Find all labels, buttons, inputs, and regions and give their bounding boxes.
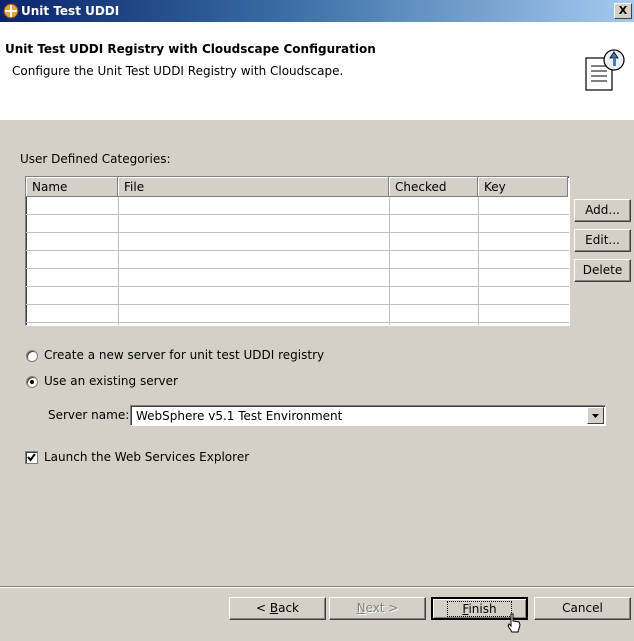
back-mnemonic: B [269,601,279,615]
banner-description: Configure the Unit Test UDDI Registry wi… [12,64,344,78]
column-header-name[interactable]: Name [26,177,118,197]
delete-button[interactable]: Delete [574,259,631,282]
edit-button[interactable]: Edit... [574,229,631,252]
checkmark-icon [27,453,36,462]
categories-label: User Defined Categories: [20,152,171,166]
finish-focus: Finish [447,601,512,617]
next-label: ext > [365,601,399,615]
table-row[interactable] [26,251,569,269]
launch-explorer-checkbox[interactable] [25,451,38,464]
table-row[interactable] [26,197,569,215]
table-row[interactable] [26,287,569,305]
categories-table[interactable]: Name File Checked Key [25,176,570,326]
add-button[interactable]: Add... [574,199,631,222]
close-button[interactable]: X [614,3,632,19]
dropdown-button[interactable] [587,407,604,424]
footer-separator-highlight [0,587,634,588]
create-new-server-radio[interactable] [26,350,38,362]
next-button[interactable]: Next > [329,597,426,620]
column-divider [478,197,479,325]
banner-title: Unit Test UDDI Registry with Cloudscape … [5,42,376,56]
cancel-button[interactable]: Cancel [534,597,631,620]
back-button[interactable]: < Back [229,597,326,620]
back-prefix: < [255,601,270,615]
launch-explorer-label[interactable]: Launch the Web Services Explorer [44,450,249,464]
column-divider [389,197,390,325]
wizard-document-icon [585,49,625,91]
use-existing-server-radio[interactable] [26,376,38,388]
column-divider [118,197,119,325]
create-new-server-label[interactable]: Create a new server for unit test UDDI r… [44,348,324,362]
chevron-down-icon [592,414,599,418]
window-title: Unit Test UDDI [21,4,120,18]
table-row[interactable] [26,305,569,323]
server-name-value: WebSphere v5.1 Test Environment [136,409,343,423]
title-bar: Unit Test UDDI X [0,0,634,22]
app-icon [3,3,19,19]
wizard-banner: Unit Test UDDI Registry with Cloudscape … [0,22,634,120]
header-separator [0,119,634,120]
table-row[interactable] [26,269,569,287]
server-name-select[interactable]: WebSphere v5.1 Test Environment [130,405,606,426]
table-row[interactable] [26,215,569,233]
server-name-label: Server name: [48,408,130,422]
back-label: ack [278,601,299,615]
table-row[interactable] [26,233,569,251]
column-header-file[interactable]: File [118,177,389,197]
column-header-key[interactable]: Key [478,177,568,197]
use-existing-server-label[interactable]: Use an existing server [44,374,178,388]
mouse-cursor-icon [507,613,521,633]
finish-label: inish [468,602,497,616]
radio-selected-dot [30,380,34,384]
column-header-checked[interactable]: Checked [389,177,478,197]
next-mnemonic: N [356,601,366,615]
